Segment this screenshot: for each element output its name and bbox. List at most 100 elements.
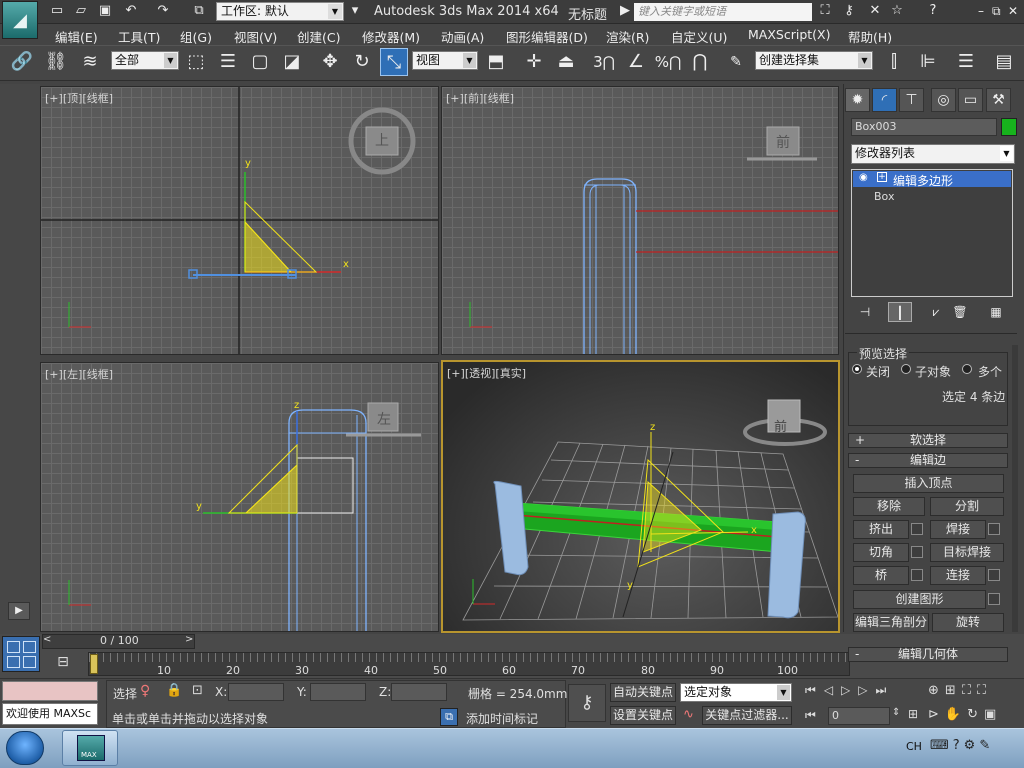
goto-end-icon[interactable]: ⏭: [876, 683, 895, 697]
bind-spacewarp-icon[interactable]: ≋: [76, 48, 104, 76]
zoom-icon[interactable]: ⊕: [928, 683, 945, 698]
stack-item-edit-poly[interactable]: ◉ + 编辑多边形: [853, 171, 1011, 188]
stack-item-box[interactable]: Box: [874, 190, 894, 203]
menu-view[interactable]: 视图(V): [234, 27, 277, 46]
unlink-icon[interactable]: ⛓: [42, 48, 70, 76]
menu-customize[interactable]: 自定义(U): [671, 27, 727, 46]
display-tab-icon[interactable]: ▭: [958, 88, 983, 112]
hierarchy-tab-icon[interactable]: ⊤: [899, 88, 924, 112]
window-crossing-icon[interactable]: ◪: [278, 48, 306, 76]
ime-icon[interactable]: ✎: [979, 738, 994, 753]
viewport-label[interactable]: [+][顶][线框]: [45, 90, 113, 106]
angle-snap-icon[interactable]: ∠: [622, 48, 650, 76]
expand-arrow-icon[interactable]: ▶: [8, 602, 30, 620]
menu-help[interactable]: 帮助(H): [848, 27, 892, 46]
app-menu-button[interactable]: ◢: [2, 1, 38, 39]
time-slider-handle[interactable]: [90, 654, 98, 674]
weld-button[interactable]: 焊接: [930, 520, 986, 539]
bridge-button[interactable]: 桥: [853, 566, 909, 585]
minimize-icon[interactable]: –: [978, 4, 984, 18]
radio-multi[interactable]: [962, 364, 972, 374]
workspace-dropdown[interactable]: 工作区: 默认 ▼: [216, 2, 344, 21]
add-time-tag-label[interactable]: 添加时间标记: [466, 710, 538, 727]
set-key-icon[interactable]: ⚷: [568, 684, 606, 722]
key-filters-button[interactable]: 关键点过滤器...: [702, 706, 792, 725]
key-icon[interactable]: ⚷: [840, 3, 858, 19]
quick-access-dropdown-icon[interactable]: ▾: [346, 3, 364, 19]
spinner-snap-icon[interactable]: ⋂: [686, 48, 714, 76]
menu-animation[interactable]: 动画(A): [441, 27, 484, 46]
search-arrow-icon[interactable]: ▶: [616, 3, 634, 19]
create-shape-button[interactable]: 创建图形: [853, 590, 986, 609]
lightbulb-icon[interactable]: ◉: [859, 172, 868, 183]
maxscript-listener-pink[interactable]: [2, 681, 98, 701]
target-weld-button[interactable]: 目标焊接: [930, 543, 1004, 562]
start-button-icon[interactable]: [6, 731, 44, 765]
help-icon[interactable]: ?: [924, 3, 942, 19]
make-unique-icon[interactable]: ⩗: [924, 302, 948, 322]
goto-start-icon[interactable]: ⏮: [805, 683, 824, 697]
project-folder-icon[interactable]: ⧉: [190, 3, 208, 19]
absolute-mode-icon[interactable]: ⊡: [192, 683, 203, 698]
new-file-icon[interactable]: ▭: [48, 3, 66, 19]
binoculars-icon[interactable]: ⛶: [816, 3, 834, 19]
zoom-all-icon[interactable]: ⊞: [945, 683, 962, 698]
motion-tab-icon[interactable]: ◎: [931, 88, 956, 112]
reference-coord-dropdown[interactable]: 视图 ▼: [412, 51, 478, 70]
time-slider-left-arrow-icon[interactable]: <: [43, 634, 51, 645]
select-scale-icon[interactable]: ⤡: [380, 48, 408, 76]
x-coord-field[interactable]: [228, 683, 284, 701]
maximize-viewport-icon[interactable]: ▣: [984, 707, 1002, 722]
pan-icon[interactable]: ✋: [945, 707, 967, 722]
weld-settings-icon[interactable]: [988, 523, 1000, 535]
radio-subobject[interactable]: [901, 364, 911, 374]
object-name-field[interactable]: Box003: [851, 118, 997, 136]
viewport-label[interactable]: [+][前][线框]: [446, 90, 514, 106]
chamfer-button[interactable]: 切角: [853, 543, 909, 562]
menu-create[interactable]: 创建(C): [297, 27, 340, 46]
restore-icon[interactable]: ⧉: [992, 4, 1001, 19]
time-tag-icon[interactable]: ⧉: [440, 708, 458, 726]
insert-vertex-button[interactable]: 插入顶点: [853, 474, 1004, 493]
save-file-icon[interactable]: ▣: [96, 3, 114, 19]
play-icon[interactable]: ▷: [841, 683, 858, 697]
orbit-icon[interactable]: ↻: [967, 707, 984, 722]
track-bar[interactable]: [88, 652, 850, 676]
key-filter-dropdown[interactable]: 选定对象 ▼: [680, 683, 792, 702]
help-icon[interactable]: ?: [953, 738, 964, 753]
viewport-label[interactable]: [+][透视][真实]: [447, 365, 526, 381]
menu-graph-editors[interactable]: 图形编辑器(D): [506, 27, 588, 46]
edit-named-selection-icon[interactable]: ✎: [722, 48, 750, 76]
viewport-front[interactable]: 前 [+][前][线框]: [441, 86, 839, 355]
connect-button[interactable]: 连接: [930, 566, 986, 585]
panel-scrollbar[interactable]: [1012, 345, 1018, 632]
create-tab-icon[interactable]: ✹: [845, 88, 870, 112]
percent-snap-icon[interactable]: %⋂: [654, 48, 682, 76]
frame-spinner-icon[interactable]: ⇕: [892, 707, 900, 718]
auto-key-button[interactable]: 自动关键点: [610, 683, 676, 702]
split-button[interactable]: 分割: [930, 497, 1004, 516]
keyboard-shortcut-icon[interactable]: ⏏: [552, 48, 580, 76]
key-mode-icon[interactable]: ⏮: [805, 708, 816, 723]
rollout-edit-geometry[interactable]: - 编辑几何体: [848, 647, 1008, 662]
rect-selection-icon[interactable]: ▢: [246, 48, 274, 76]
select-move-icon[interactable]: ✥: [316, 48, 344, 76]
viewport-label[interactable]: [+][左][线框]: [45, 366, 113, 382]
extrude-button[interactable]: 挤出: [853, 520, 909, 539]
connect-settings-icon[interactable]: [988, 569, 1000, 581]
select-by-name-icon[interactable]: ☰: [214, 48, 242, 76]
taskbar-3dsmax-button[interactable]: MAX: [62, 730, 118, 766]
modifier-list-dropdown[interactable]: 修改器列表 ▼: [851, 144, 1015, 164]
mirror-icon[interactable]: ⫿: [880, 48, 908, 76]
time-slider-right-arrow-icon[interactable]: >: [185, 634, 193, 645]
extrude-settings-icon[interactable]: [911, 523, 923, 535]
remove-button[interactable]: 移除: [853, 497, 925, 516]
favorite-star-icon[interactable]: ☆: [888, 3, 906, 19]
close-icon[interactable]: ✕: [1008, 4, 1018, 18]
turn-button[interactable]: 旋转: [932, 613, 1004, 632]
zoom-extents-all-icon[interactable]: ⛶: [977, 683, 992, 698]
rollout-edit-edges[interactable]: - 编辑边: [848, 453, 1008, 468]
menu-tools[interactable]: 工具(T): [118, 27, 160, 46]
menu-maxscript[interactable]: MAXScript(X): [748, 27, 830, 42]
render-setup-icon[interactable]: ▤: [990, 48, 1018, 76]
